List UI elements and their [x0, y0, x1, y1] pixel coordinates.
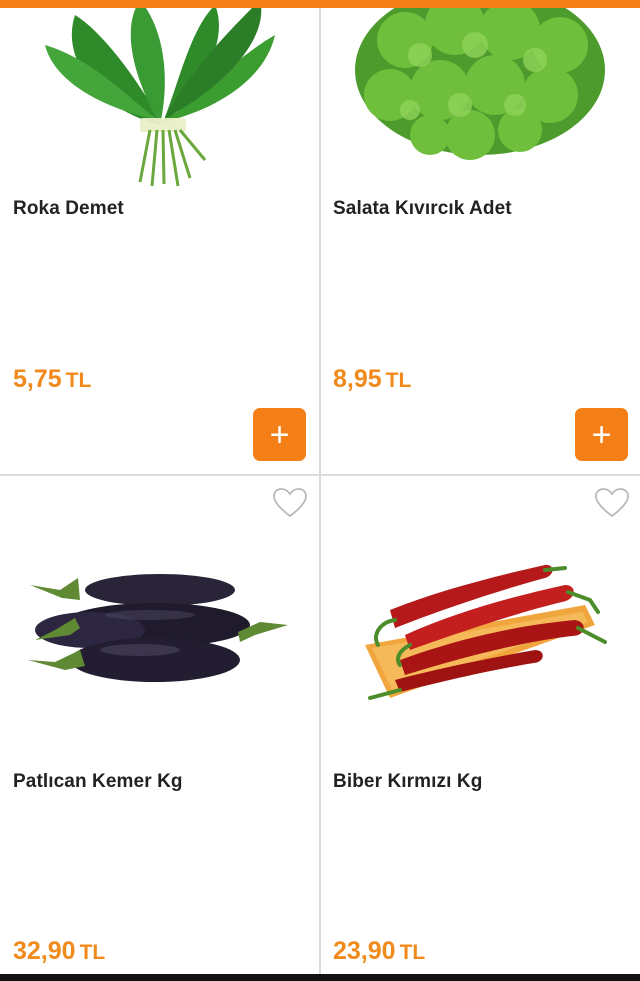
- price-currency: TL: [399, 941, 426, 964]
- product-card[interactable]: Biber Kırmızı Kg 23,90 TL: [320, 475, 640, 974]
- product-name: Biber Kırmızı Kg: [333, 771, 483, 792]
- product-price: 5,75 TL: [13, 365, 91, 394]
- heart-icon[interactable]: [272, 487, 308, 519]
- product-name: Patlıcan Kemer Kg: [13, 771, 183, 792]
- product-name: Roka Demet: [13, 198, 124, 219]
- heart-icon[interactable]: [594, 487, 630, 519]
- product-grid: Roka Demet 5,75 TL + Salata Kıvırcık Adet…: [0, 8, 640, 974]
- price-value: 8,95: [333, 365, 382, 393]
- price-value: 5,75: [13, 365, 62, 393]
- product-price: 23,90 TL: [333, 937, 425, 966]
- price-value: 32,90: [13, 937, 76, 965]
- system-bottom-bar: [0, 974, 640, 981]
- product-name: Salata Kıvırcık Adet: [333, 198, 512, 219]
- price-currency: TL: [65, 369, 92, 392]
- product-price: 8,95 TL: [333, 365, 411, 394]
- red-pepper-image: [365, 564, 607, 700]
- price-currency: TL: [385, 369, 412, 392]
- price-value: 23,90: [333, 937, 396, 965]
- add-to-cart-button[interactable]: +: [253, 408, 306, 461]
- arugula-image: [45, 8, 275, 187]
- add-to-cart-button[interactable]: +: [575, 408, 628, 461]
- product-card[interactable]: Patlıcan Kemer Kg 32,90 TL: [0, 475, 320, 974]
- eggplant-image: [28, 574, 288, 682]
- product-price: 32,90 TL: [13, 937, 105, 966]
- price-currency: TL: [79, 941, 106, 964]
- product-card[interactable]: Salata Kıvırcık Adet 8,95 TL +: [320, 8, 640, 474]
- lettuce-image: [355, 8, 605, 160]
- top-accent-bar: [0, 0, 640, 8]
- product-card[interactable]: Roka Demet 5,75 TL +: [0, 8, 320, 474]
